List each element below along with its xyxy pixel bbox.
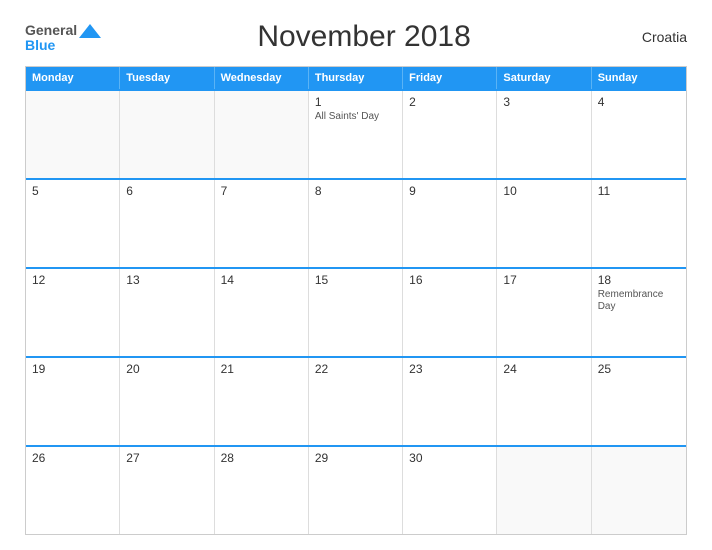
table-row: 11 bbox=[592, 180, 686, 267]
col-monday: Monday bbox=[26, 67, 120, 89]
logo-general-text: General bbox=[25, 23, 77, 37]
country-label: Croatia bbox=[627, 29, 687, 45]
table-row: 28 bbox=[215, 447, 309, 534]
table-row: 12 bbox=[26, 269, 120, 356]
week-2: 5 6 7 8 9 10 11 bbox=[26, 178, 686, 267]
table-row: 18 Remembrance Day bbox=[592, 269, 686, 356]
table-row: 29 bbox=[309, 447, 403, 534]
table-row: 4 bbox=[592, 91, 686, 178]
col-wednesday: Wednesday bbox=[215, 67, 309, 89]
table-row bbox=[592, 447, 686, 534]
table-row: 5 bbox=[26, 180, 120, 267]
table-row: 25 bbox=[592, 358, 686, 445]
calendar-header-row: Monday Tuesday Wednesday Thursday Friday… bbox=[26, 67, 686, 89]
week-3: 12 13 14 15 16 17 18 Remembrance Day bbox=[26, 267, 686, 356]
logo-blue-text: Blue bbox=[25, 38, 55, 52]
table-row: 14 bbox=[215, 269, 309, 356]
table-row bbox=[215, 91, 309, 178]
table-row: 16 bbox=[403, 269, 497, 356]
table-row: 24 bbox=[497, 358, 591, 445]
week-4: 19 20 21 22 23 24 25 bbox=[26, 356, 686, 445]
table-row: 22 bbox=[309, 358, 403, 445]
week-1: 1 All Saints' Day 2 3 4 bbox=[26, 89, 686, 178]
table-row: 6 bbox=[120, 180, 214, 267]
logo: General Blue bbox=[25, 22, 101, 52]
table-row: 30 bbox=[403, 447, 497, 534]
header: General Blue November 2018 Croatia bbox=[25, 20, 687, 54]
table-row: 9 bbox=[403, 180, 497, 267]
table-row: 17 bbox=[497, 269, 591, 356]
col-sunday: Sunday bbox=[592, 67, 686, 89]
col-friday: Friday bbox=[403, 67, 497, 89]
table-row: 19 bbox=[26, 358, 120, 445]
table-row: 1 All Saints' Day bbox=[309, 91, 403, 178]
table-row: 2 bbox=[403, 91, 497, 178]
table-row bbox=[497, 447, 591, 534]
calendar-body: 1 All Saints' Day 2 3 4 5 6 7 8 9 bbox=[26, 89, 686, 534]
table-row: 15 bbox=[309, 269, 403, 356]
table-row: 27 bbox=[120, 447, 214, 534]
col-saturday: Saturday bbox=[497, 67, 591, 89]
table-row: 20 bbox=[120, 358, 214, 445]
table-row: 3 bbox=[497, 91, 591, 178]
table-row: 26 bbox=[26, 447, 120, 534]
table-row bbox=[120, 91, 214, 178]
month-title: November 2018 bbox=[101, 20, 627, 54]
calendar: Monday Tuesday Wednesday Thursday Friday… bbox=[25, 66, 687, 535]
table-row: 13 bbox=[120, 269, 214, 356]
table-row: 8 bbox=[309, 180, 403, 267]
table-row: 7 bbox=[215, 180, 309, 267]
col-thursday: Thursday bbox=[309, 67, 403, 89]
table-row: 21 bbox=[215, 358, 309, 445]
col-tuesday: Tuesday bbox=[120, 67, 214, 89]
logo-flag-icon bbox=[79, 22, 101, 38]
week-5: 26 27 28 29 30 bbox=[26, 445, 686, 534]
table-row: 10 bbox=[497, 180, 591, 267]
table-row bbox=[26, 91, 120, 178]
table-row: 23 bbox=[403, 358, 497, 445]
page: General Blue November 2018 Croatia Monda… bbox=[0, 0, 712, 550]
